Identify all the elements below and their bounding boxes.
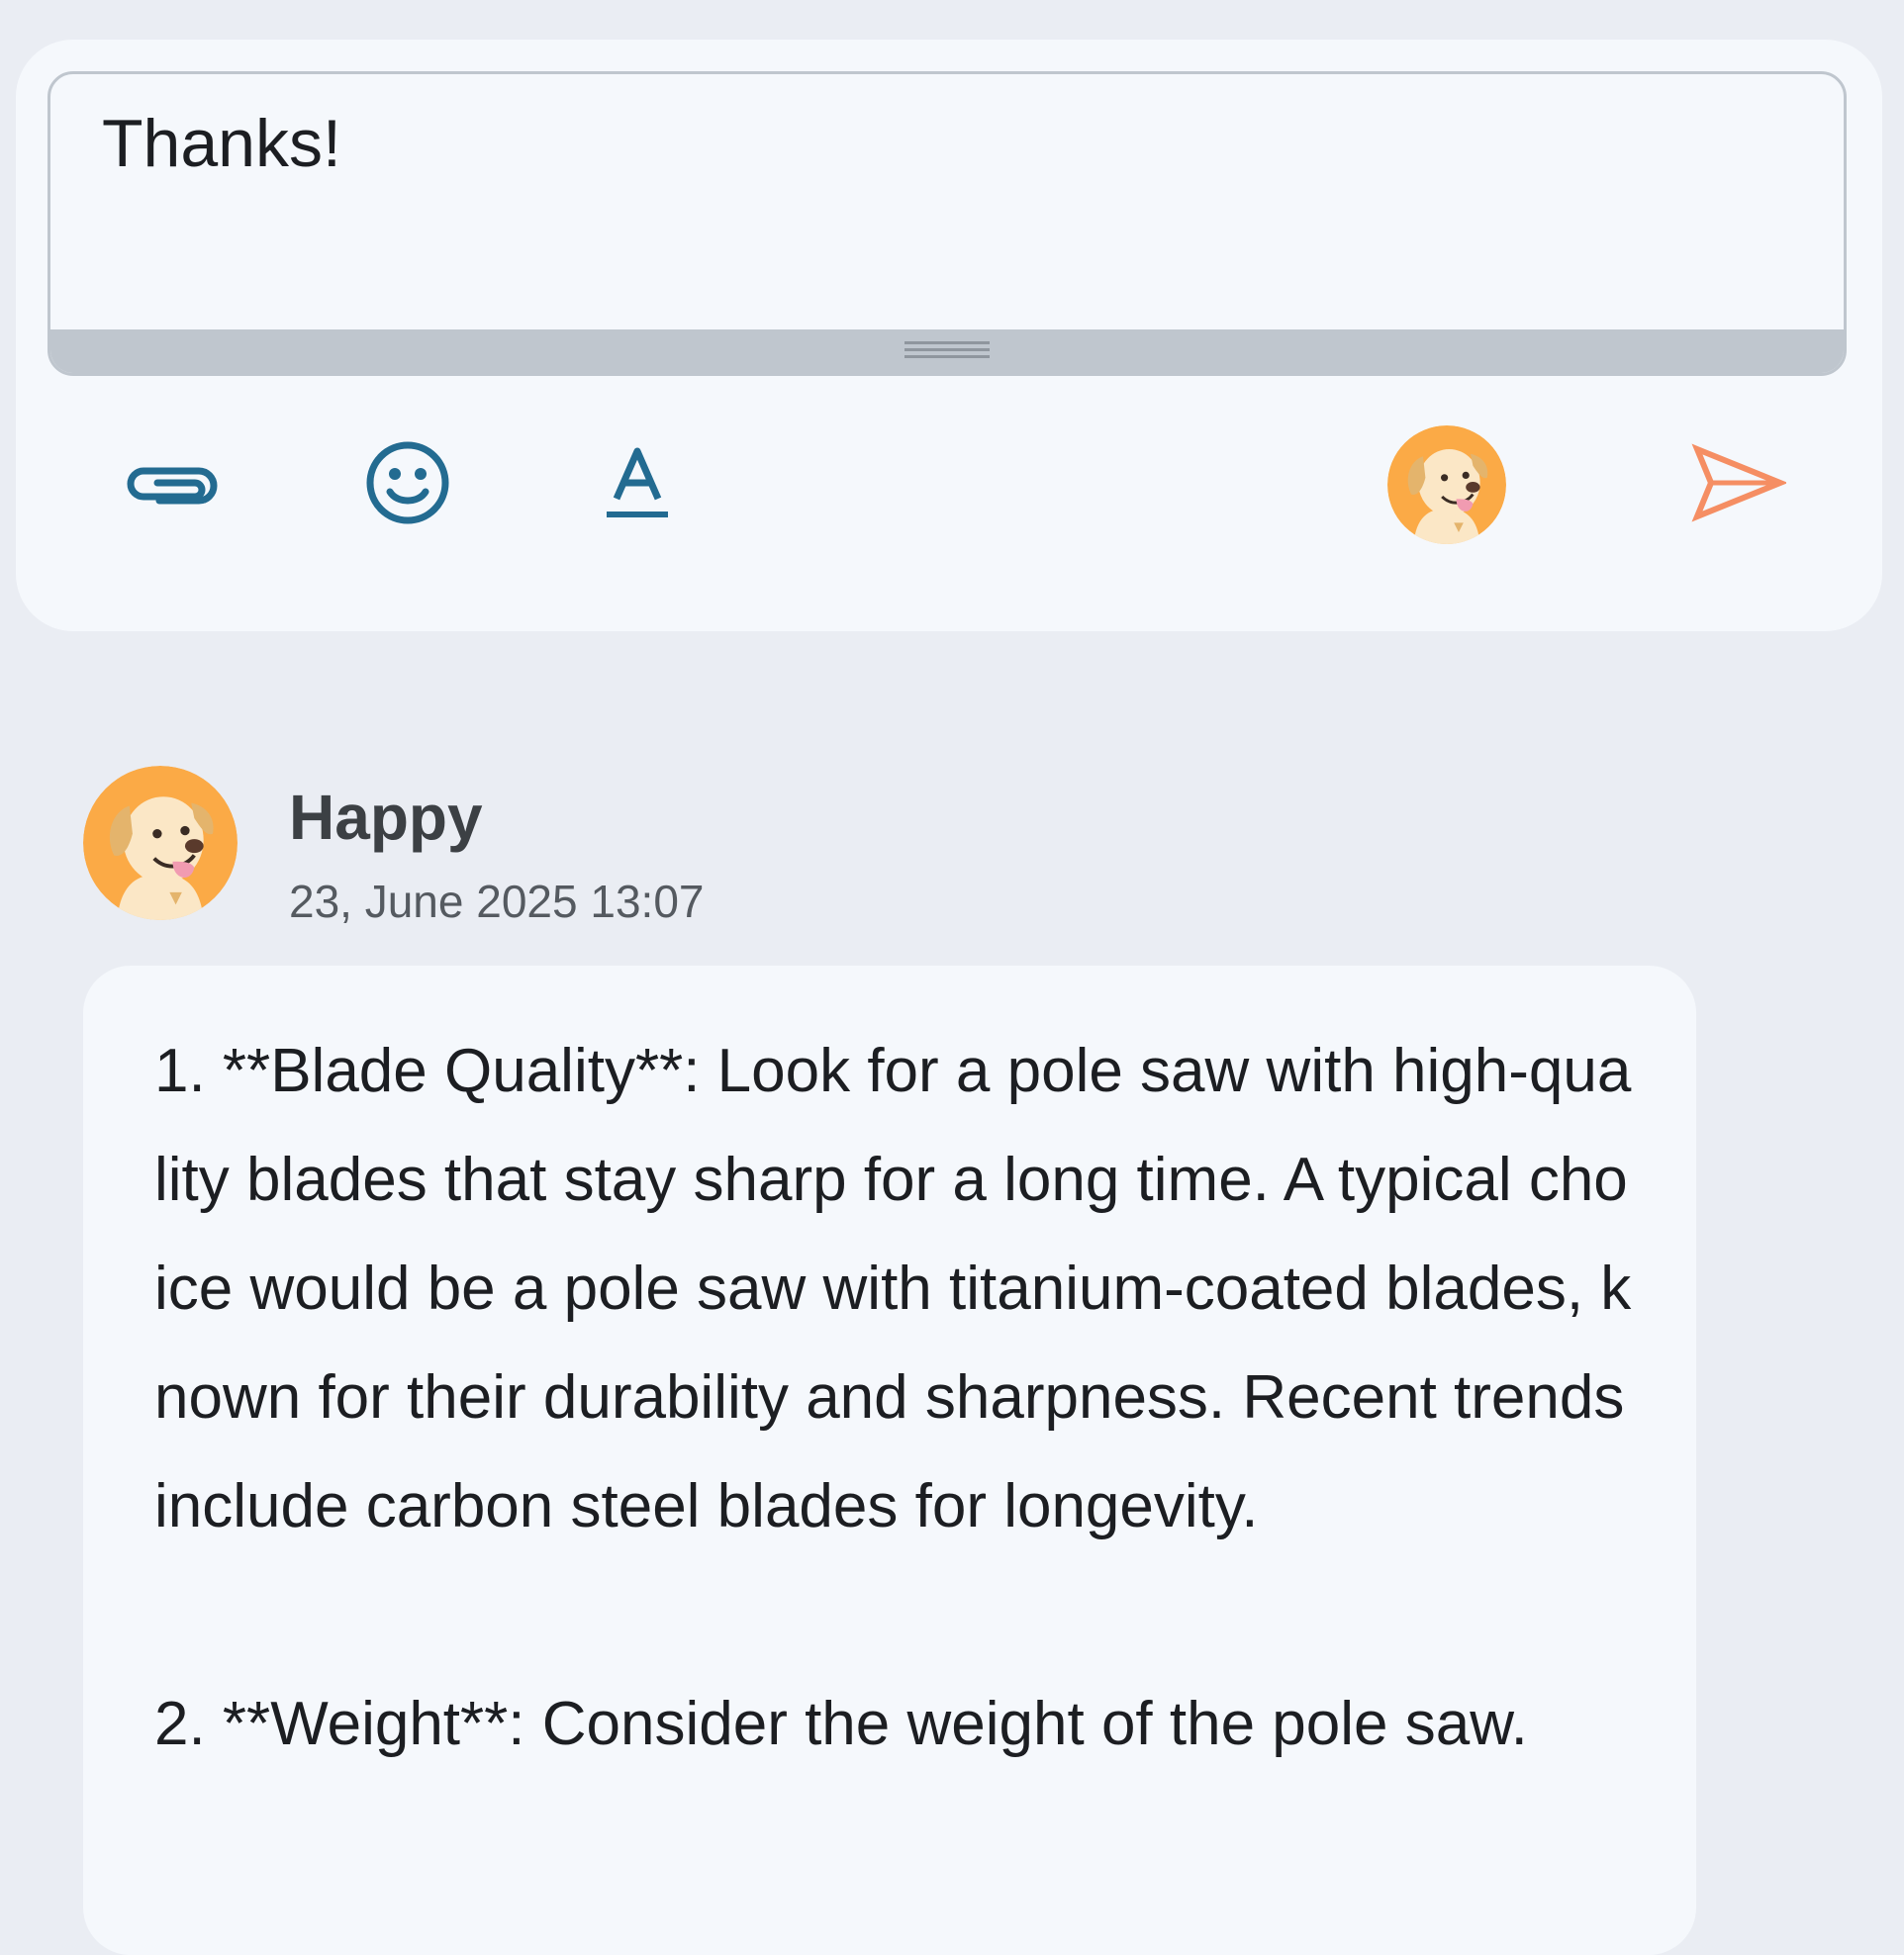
text-format-button[interactable] — [578, 435, 697, 534]
author-avatar — [83, 766, 238, 920]
paperclip-icon — [120, 453, 219, 517]
attach-button[interactable] — [115, 435, 224, 534]
message-paragraph: 2. **Weight**: Consider the weight of th… — [154, 1690, 1528, 1758]
message-input-text[interactable]: Thanks! — [102, 104, 341, 183]
message-bubble: 1. **Blade Quality**: Look for a pole sa… — [83, 966, 1696, 1955]
send-icon — [1691, 443, 1788, 527]
message-input[interactable]: Thanks! — [48, 71, 1847, 376]
dog-avatar-icon — [83, 766, 238, 920]
message-body: 1. **Blade Quality**: Look for a pole sa… — [154, 1017, 1639, 1779]
send-button[interactable] — [1684, 435, 1793, 534]
text-format-icon — [603, 443, 672, 527]
dog-avatar-icon — [1387, 425, 1506, 544]
message-paragraph: 1. **Blade Quality**: Look for a pole sa… — [154, 1037, 1642, 1540]
smiley-icon — [363, 438, 452, 532]
message-composer: Thanks! — [16, 40, 1882, 631]
message-timestamp: 23, June 2025 13:07 — [289, 876, 705, 927]
resize-handle[interactable] — [50, 329, 1844, 373]
grip-icon — [904, 341, 990, 361]
avatar-button[interactable] — [1387, 435, 1506, 534]
emoji-button[interactable] — [348, 435, 467, 534]
author-name: Happy — [289, 782, 483, 853]
